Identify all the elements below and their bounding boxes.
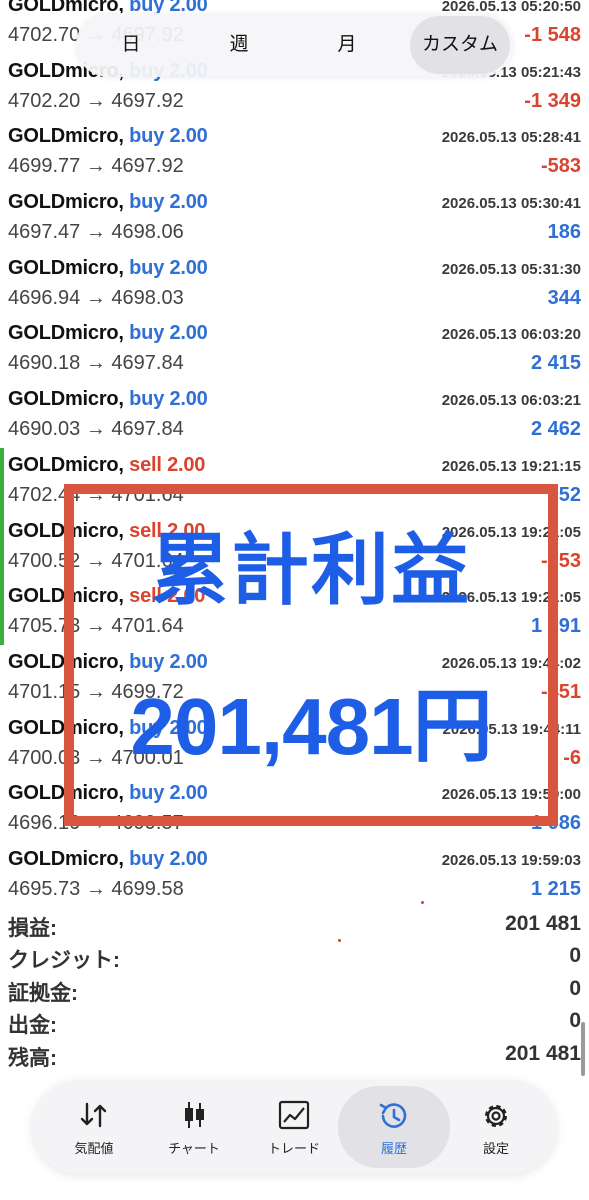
deal-row[interactable]: GOLDmicro, buy 2.00 2026.05.13 05:30:41 …: [0, 185, 589, 251]
deal-time: 2026.05.13 06:03:20: [441, 326, 581, 344]
deal-time: 2026.05.13 19:21:15: [441, 457, 581, 475]
deal-prices: 4695.73 → 4699.58: [8, 877, 184, 900]
deal-volume: 2.00: [169, 256, 208, 279]
summary-row-balance: 残高: 201 481: [0, 1038, 589, 1070]
deal-time: 2026.05.13 06:03:21: [441, 392, 581, 410]
deal-side: buy: [129, 322, 165, 345]
deal-symbol: GOLDmicro,: [8, 191, 124, 214]
row-marker: [0, 579, 4, 645]
overlay-value: 201,481円: [130, 682, 492, 771]
row-marker: [0, 513, 4, 580]
deal-volume: 2.00: [167, 453, 206, 476]
summary-label: 証拠金:: [8, 981, 78, 1005]
nav-settings[interactable]: 設定: [446, 1080, 546, 1174]
period-tabs: 日 週 月 カスタム: [76, 13, 513, 77]
stray-dot: [338, 939, 341, 942]
deal-row[interactable]: GOLDmicro, buy 2.00 2026.05.13 06:03:21 …: [0, 382, 589, 448]
deal-symbol: GOLDmicro,: [8, 256, 124, 279]
deal-symbol: GOLDmicro,: [8, 322, 124, 345]
deal-side: buy: [129, 125, 165, 148]
summary-row-deposit: 証拠金: 0: [0, 973, 589, 1005]
summary-label: 出金:: [8, 1014, 57, 1038]
deal-volume: 2.00: [169, 322, 208, 345]
summary-label: クレジット:: [8, 949, 120, 973]
deal-symbol: GOLDmicro,: [8, 847, 124, 870]
deal-symbol: GOLDmicro,: [8, 388, 124, 411]
tab-day[interactable]: 日: [86, 13, 176, 77]
deal-profit: 344: [547, 286, 581, 309]
summary-row-withdrawal: 出金: 0: [0, 1005, 589, 1037]
deal-time: 2026.05.13 05:31:30: [441, 260, 581, 278]
stray-dot: [421, 901, 424, 904]
deal-volume: 2.00: [169, 847, 208, 870]
summary-panel: 損益: 201 481 クレジット: 0 証拠金: 0 出金: 0 残高: 20…: [0, 908, 589, 1070]
deal-row[interactable]: GOLDmicro, buy 2.00 2026.05.13 05:31:30 …: [0, 251, 589, 317]
summary-value: 201 481: [505, 1041, 581, 1065]
deal-side: buy: [129, 256, 165, 279]
trade-line-chart-icon: [278, 1100, 310, 1130]
summary-value: 0: [569, 944, 581, 968]
nav-label: 設定: [482, 1141, 509, 1156]
summary-row-credit: クレジット: 0: [0, 940, 589, 972]
deal-time: 2026.05.13 05:28:41: [441, 129, 581, 147]
deal-prices: 4696.94 → 4698.03: [8, 286, 184, 309]
deal-volume: 2.00: [169, 125, 208, 148]
deal-prices: 4697.47 → 4698.06: [8, 221, 184, 244]
deal-prices: 4690.18 → 4697.84: [8, 352, 184, 375]
nav-label: 気配値: [74, 1141, 114, 1156]
deal-profit: 1 215: [530, 877, 581, 900]
summary-value: 201 481: [505, 912, 581, 935]
deal-volume: 2.00: [169, 388, 208, 411]
nav-trade[interactable]: トレード: [244, 1080, 344, 1174]
nav-quotes[interactable]: 気配値: [44, 1080, 144, 1174]
deal-profit: -6: [563, 746, 581, 769]
summary-value: 0: [569, 976, 581, 1000]
settings-gear-icon: [485, 1105, 507, 1127]
nav-label: トレード: [267, 1141, 320, 1156]
tab-custom[interactable]: カスタム: [410, 16, 510, 74]
candlestick-chart-icon: [185, 1102, 204, 1128]
deal-row[interactable]: GOLDmicro, buy 2.00 2026.05.13 06:03:20 …: [0, 316, 589, 382]
bottom-nav: 気配値 チャート トレード 履歴 設定: [32, 1080, 557, 1174]
deal-prices: 4699.77 → 4697.92: [8, 155, 184, 178]
overlay-title: 累計利益: [150, 526, 471, 614]
nav-history[interactable]: 履歴: [338, 1086, 450, 1168]
deal-side: buy: [129, 847, 165, 870]
deal-profit: 2 415: [530, 352, 581, 375]
deal-volume: 2.00: [169, 191, 208, 214]
deal-profit: 186: [547, 221, 581, 244]
deal-prices: 4690.03 → 4697.84: [8, 418, 184, 441]
quotes-arrows-icon: [80, 1102, 107, 1128]
deal-row[interactable]: GOLDmicro, buy 2.00 2026.05.13 19:59:03 …: [0, 842, 589, 908]
cumulative-profit-overlay: 累計利益 201,481円: [64, 484, 558, 826]
deal-symbol: GOLDmicro,: [8, 453, 124, 476]
nav-chart[interactable]: チャート: [144, 1080, 244, 1174]
tab-week[interactable]: 週: [194, 13, 284, 77]
deal-profit: -1 548: [524, 24, 581, 46]
history-clock-icon: [379, 1103, 407, 1128]
deal-side: buy: [129, 191, 165, 214]
nav-label: チャート: [168, 1141, 220, 1156]
deal-side: buy: [129, 388, 165, 411]
deal-profit: -583: [540, 155, 581, 178]
summary-label: 損益:: [8, 917, 57, 940]
nav-label: 履歴: [380, 1141, 407, 1156]
summary-value: 0: [569, 1009, 581, 1033]
scrollbar[interactable]: [581, 1022, 585, 1076]
summary-row-profit: 損益: 201 481: [0, 908, 589, 940]
summary-label: 残高:: [8, 1046, 57, 1070]
deal-row[interactable]: GOLDmicro, buy 2.00 2026.05.13 05:28:41 …: [0, 119, 589, 185]
deal-symbol: GOLDmicro,: [8, 125, 124, 148]
deal-time: 2026.05.13 05:30:41: [441, 195, 581, 213]
deal-prices: 4702.20 → 4697.92: [8, 89, 184, 112]
deal-time: 2026.05.13 19:59:03: [441, 851, 581, 869]
deal-side: sell: [129, 453, 162, 476]
row-marker: [0, 447, 4, 514]
deal-profit: 2 462: [530, 418, 581, 441]
deal-profit: -1 349: [524, 89, 581, 112]
tab-month[interactable]: 月: [302, 13, 392, 77]
